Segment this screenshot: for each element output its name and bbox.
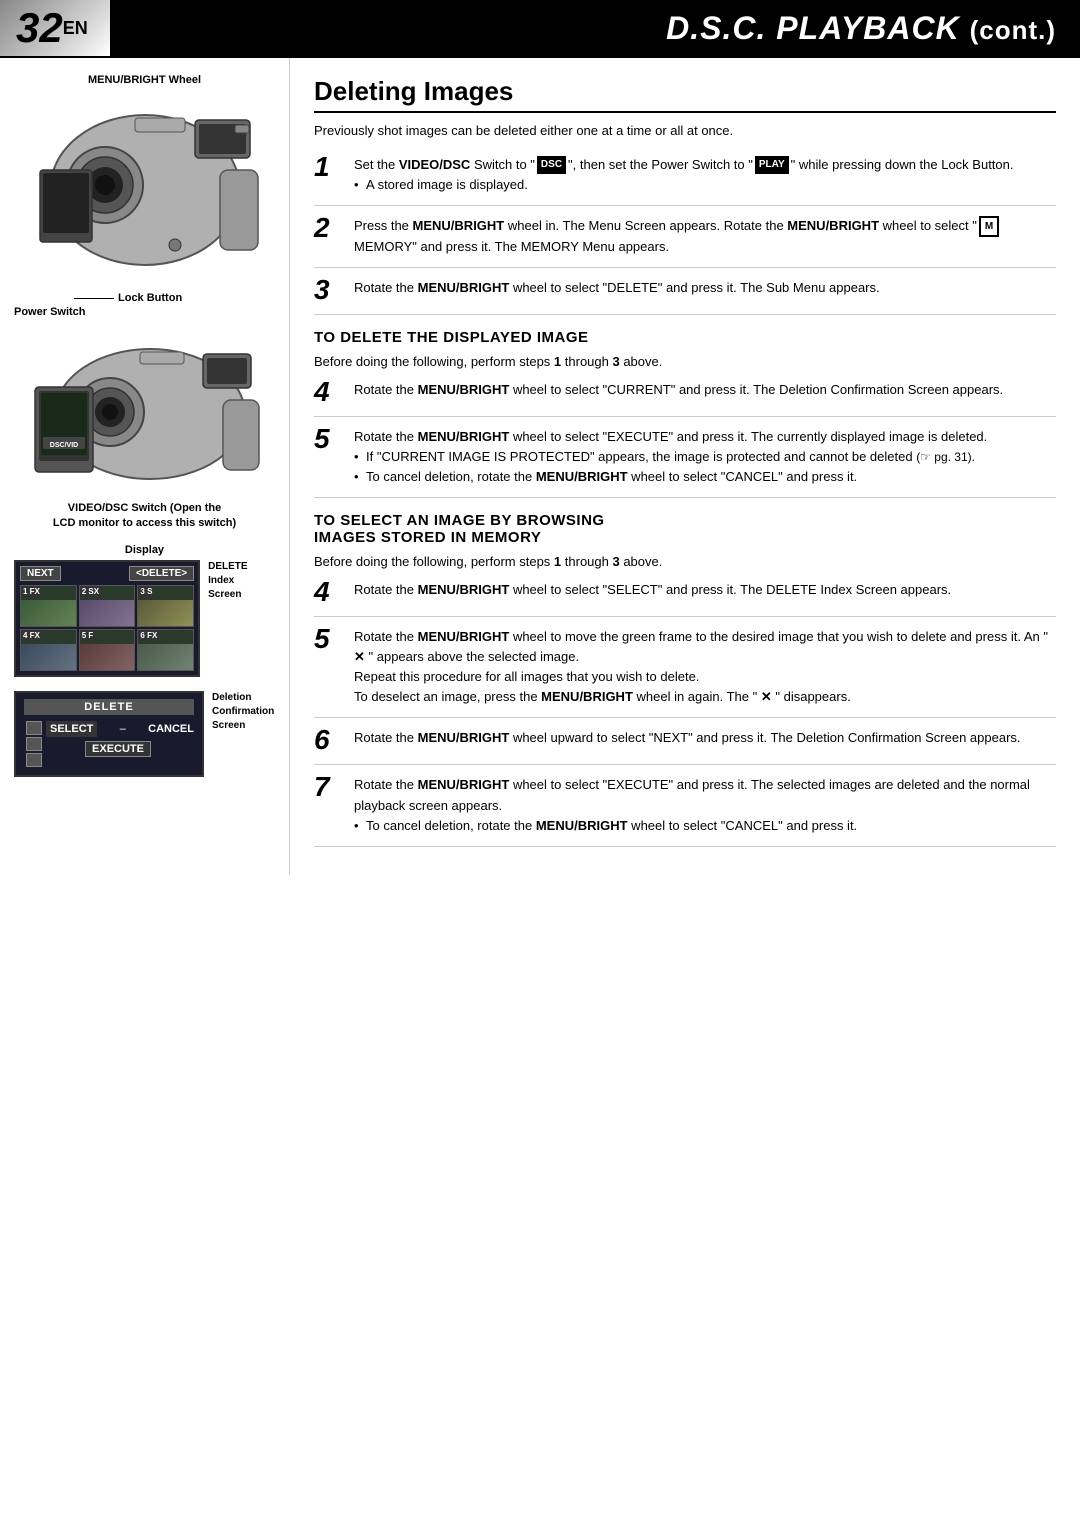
camera-image-1	[25, 90, 265, 290]
sub-section-title-1: To Delete the Displayed Image	[314, 329, 1056, 346]
step-text-6: Rotate the MENU/BRIGHT wheel upward to s…	[354, 728, 1056, 748]
lock-button-label: Lock Button	[74, 292, 275, 304]
delete-index-screen-label: DELETE IndexScreen	[208, 560, 275, 602]
thumb-cell-3: 3 S	[137, 585, 194, 627]
step-text-7: Rotate the MENU/BRIGHT wheel to select "…	[354, 775, 1056, 835]
step-text-4a: Rotate the MENU/BRIGHT wheel to select "…	[354, 380, 1056, 400]
step-number-5a: 5	[314, 425, 346, 453]
step-text-1: Set the VIDEO/DSC Switch to "DSC", then …	[354, 155, 1056, 195]
step-2: 2 Press the MENU/BRIGHT wheel in. The Me…	[314, 216, 1056, 269]
intro-text: Previously shot images can be deleted ei…	[314, 121, 1056, 141]
step-5b: 5 Rotate the MENU/BRIGHT wheel to move t…	[314, 627, 1056, 719]
delete-index-header: NEXT <DELETE>	[20, 566, 194, 581]
step-6: 6 Rotate the MENU/BRIGHT wheel upward to…	[314, 728, 1056, 765]
step-number-4a: 4	[314, 378, 346, 406]
thumb-cell-5: 5 F	[79, 629, 136, 671]
del-confirm-select-row: SELECT – CANCEL	[46, 721, 194, 737]
delete-index-screen: NEXT <DELETE> 1 FX 2 SX 3 S	[14, 560, 200, 677]
deletion-confirmation-screen-container: DELETE SELECT – CANCEL	[14, 691, 275, 802]
step-text-4b: Rotate the MENU/BRIGHT wheel to select "…	[354, 580, 1056, 600]
display-label: Display	[14, 544, 275, 556]
step-5a: 5 Rotate the MENU/BRIGHT wheel to select…	[314, 427, 1056, 498]
page-number: 32	[16, 7, 63, 49]
menu-bright-wheel-label: MENU/BRIGHT Wheel	[14, 74, 275, 86]
page-number-block: 32EN	[0, 0, 110, 56]
next-button-display: NEXT	[20, 566, 61, 581]
back-arrow-icon: ↵	[22, 785, 34, 802]
step-text-2: Press the MENU/BRIGHT wheel in. The Menu…	[354, 216, 1056, 258]
step-7: 7 Rotate the MENU/BRIGHT wheel to select…	[314, 775, 1056, 846]
step-3: 3 Rotate the MENU/BRIGHT wheel to select…	[314, 278, 1056, 315]
thumb-cell-2: 2 SX	[79, 585, 136, 627]
step-4b: 4 Rotate the MENU/BRIGHT wheel to select…	[314, 580, 1056, 617]
thumbnail-grid: 1 FX 2 SX 3 S 4 FX	[20, 585, 194, 671]
step-number-4b: 4	[314, 578, 346, 606]
step-text-5b: Rotate the MENU/BRIGHT wheel to move the…	[354, 627, 1056, 708]
back-arrow-row: ↵	[14, 785, 204, 802]
del-confirm-select: SELECT	[46, 721, 97, 737]
page-en: EN	[63, 18, 88, 39]
delete-index-screen-container: NEXT <DELETE> 1 FX 2 SX 3 S	[14, 560, 275, 681]
delete-title: DELETE	[24, 699, 194, 715]
step-text-5a: Rotate the MENU/BRIGHT wheel to select "…	[354, 427, 1056, 487]
before-text-2: Before doing the following, perform step…	[314, 552, 1056, 572]
right-panel: Deleting Images Previously shot images c…	[290, 58, 1080, 875]
left-panel: MENU/BRIGHT Wheel Lock Butt	[0, 58, 290, 875]
thumb-cell-1: 1 FX	[20, 585, 77, 627]
content-area: MENU/BRIGHT Wheel Lock Butt	[0, 58, 1080, 875]
thumb-cell-4: 4 FX	[20, 629, 77, 671]
power-switch-label: Power Switch	[14, 306, 275, 318]
del-confirm-execute: EXECUTE	[85, 741, 151, 757]
section-title: Deleting Images	[314, 76, 1056, 113]
header-title-block: D.S.C. PLAYBACK (cont.)	[110, 0, 1080, 56]
delete-header-label: <DELETE>	[129, 566, 194, 581]
step-number-5b: 5	[314, 625, 346, 653]
step-1: 1 Set the VIDEO/DSC Switch to "DSC", the…	[314, 155, 1056, 206]
svg-text:DSC/VID: DSC/VID	[49, 442, 77, 449]
step-4a: 4 Rotate the MENU/BRIGHT wheel to select…	[314, 380, 1056, 417]
deletion-confirmation-screen: DELETE SELECT – CANCEL	[14, 691, 204, 777]
step-text-3: Rotate the MENU/BRIGHT wheel to select "…	[354, 278, 1056, 298]
video-dsc-label: VIDEO/DSC Switch (Open theLCD monitor to…	[14, 501, 275, 532]
camera-image-2: DSC/VID	[25, 332, 265, 497]
step-number-2: 2	[314, 214, 346, 242]
del-icons	[24, 721, 42, 769]
deletion-confirmation-label: DeletionConfirmationScreen	[212, 691, 274, 733]
step-number-6: 6	[314, 726, 346, 754]
del-confirm-dash: –	[120, 723, 126, 735]
step-number-7: 7	[314, 773, 346, 801]
thumb-cell-6: 6 FX	[137, 629, 194, 671]
del-confirm-cancel: CANCEL	[148, 723, 194, 735]
step-number-1: 1	[314, 153, 346, 181]
page-header: 32EN D.S.C. PLAYBACK (cont.)	[0, 0, 1080, 58]
header-title: D.S.C. PLAYBACK (cont.)	[666, 10, 1056, 47]
before-text-1: Before doing the following, perform step…	[314, 352, 1056, 372]
step-number-3: 3	[314, 276, 346, 304]
sub-section-title-2: To Select an Image by BrowsingImages Sto…	[314, 512, 1056, 546]
